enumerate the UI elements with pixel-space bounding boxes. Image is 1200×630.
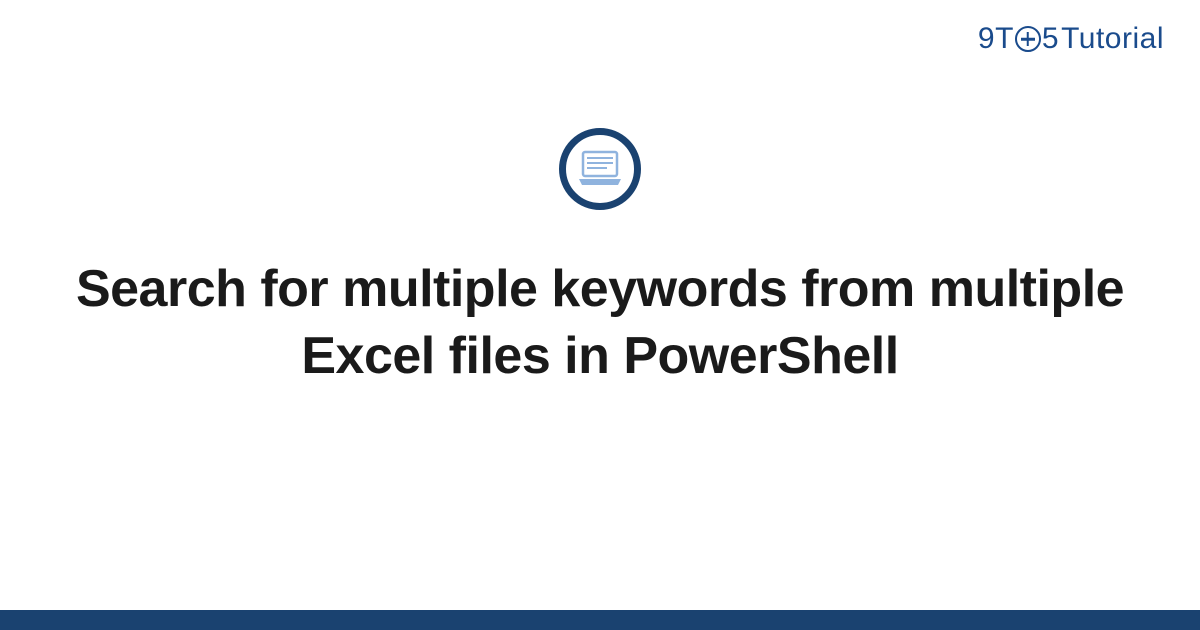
page-title: Search for multiple keywords from multip… [70,256,1130,389]
laptop-icon-circle [559,128,641,210]
logo-text-tutorial: Tutorial [1061,22,1164,56]
logo-text-t: T [995,22,1014,56]
clock-icon [1015,26,1041,52]
logo-text-5: 5 [1042,22,1059,56]
brand-logo: 9 T 5 Tutorial [978,22,1164,56]
laptop-icon [577,149,623,189]
logo-text-9: 9 [978,22,995,56]
footer-bar [0,610,1200,630]
